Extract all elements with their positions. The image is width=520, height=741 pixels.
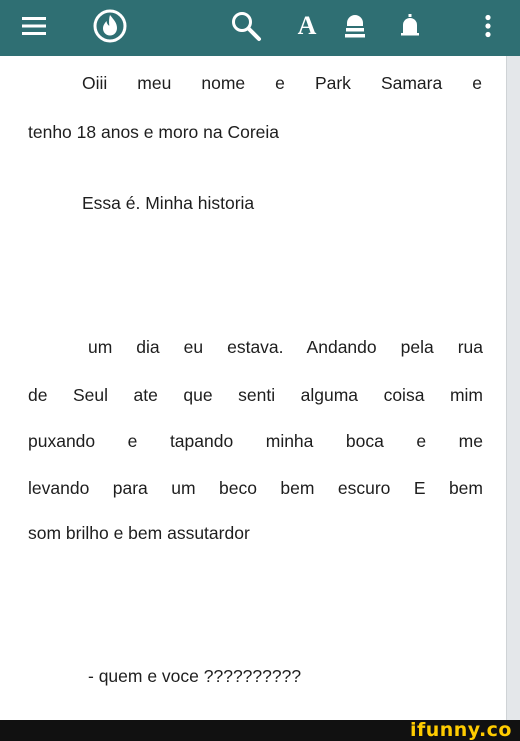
- watermark-bar: ifunny.co: [0, 720, 520, 741]
- story-text-line: de Seul ate que senti alguma coisa mim: [28, 385, 483, 405]
- notifications-bell-icon[interactable]: [395, 8, 425, 44]
- featured-fire-icon[interactable]: [90, 8, 130, 44]
- story-text-line: Essa é. Minha historia: [82, 193, 255, 213]
- story-text-line: - quem e voce ??????????: [88, 666, 302, 686]
- story-text-line: tenho 18 anos e moro na Coreia: [28, 122, 279, 142]
- story-text-line: puxando e tapando minha boca e me: [28, 431, 483, 451]
- story-text-line: um dia eu estava. Andando pela rua: [88, 337, 483, 357]
- profile-icon[interactable]: [340, 8, 370, 44]
- story-page: Oiii meu nome e Park Samara e tenho 18 a…: [0, 56, 506, 720]
- menu-icon[interactable]: [20, 8, 48, 44]
- story-text-line: levando para um beco bem escuro E bem: [28, 478, 483, 498]
- story-text-line: Oiii meu nome e Park Samara e: [82, 73, 482, 93]
- font-size-icon[interactable]: A: [292, 8, 322, 44]
- search-icon[interactable]: [228, 8, 264, 44]
- ifunny-watermark: ifunny.co: [409, 719, 512, 741]
- more-options-icon[interactable]: [478, 8, 498, 44]
- story-text-line: som brilho e bem assutardor: [28, 523, 250, 543]
- scrollbar-track[interactable]: [506, 56, 520, 720]
- top-app-bar: A: [0, 0, 520, 56]
